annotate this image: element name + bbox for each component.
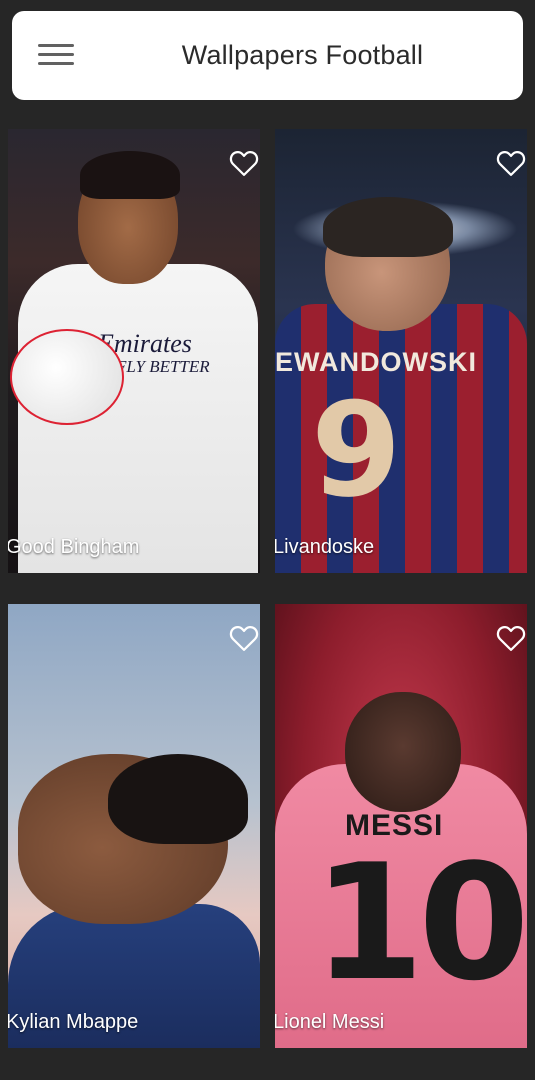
heart-outline-icon[interactable] [229, 624, 259, 652]
player-hair [80, 151, 180, 199]
wallpaper-card[interactable]: Kylian Mbappe [8, 604, 260, 1048]
wallpaper-label: Livandoske [275, 536, 375, 558]
app-title: Wallpapers Football [181, 40, 424, 70]
football [10, 329, 124, 425]
player-head [345, 692, 461, 812]
heart-outline-icon[interactable] [229, 149, 259, 177]
wallpaper-label: Lionel Messi [275, 1011, 385, 1033]
player-hair [108, 754, 248, 844]
menu-line [38, 62, 74, 65]
hamburger-menu-icon[interactable] [38, 42, 76, 70]
heart-outline-icon[interactable] [496, 624, 526, 652]
shirt-number-text: 9 [311, 374, 402, 526]
wallpaper-card[interactable]: EWANDOWSKI 9 Livandoske [275, 129, 527, 573]
app-bar: Wallpapers Football [12, 11, 523, 100]
wallpaper-card[interactable]: MESSI 10 Lionel Messi [275, 604, 527, 1048]
menu-line [38, 44, 74, 47]
player-hair [323, 197, 453, 257]
shirt-sponsor-tagline: FLY BETTER [116, 357, 210, 376]
heart-outline-icon[interactable] [496, 149, 526, 177]
menu-line [38, 53, 74, 56]
wallpaper-label: Good Bingham [8, 536, 140, 558]
wallpaper-label: Kylian Mbappe [8, 1011, 139, 1033]
shirt-number-text: 10 [313, 829, 527, 1016]
wallpaper-card[interactable]: Emirates FLY BETTER Good Bingham [8, 129, 260, 573]
